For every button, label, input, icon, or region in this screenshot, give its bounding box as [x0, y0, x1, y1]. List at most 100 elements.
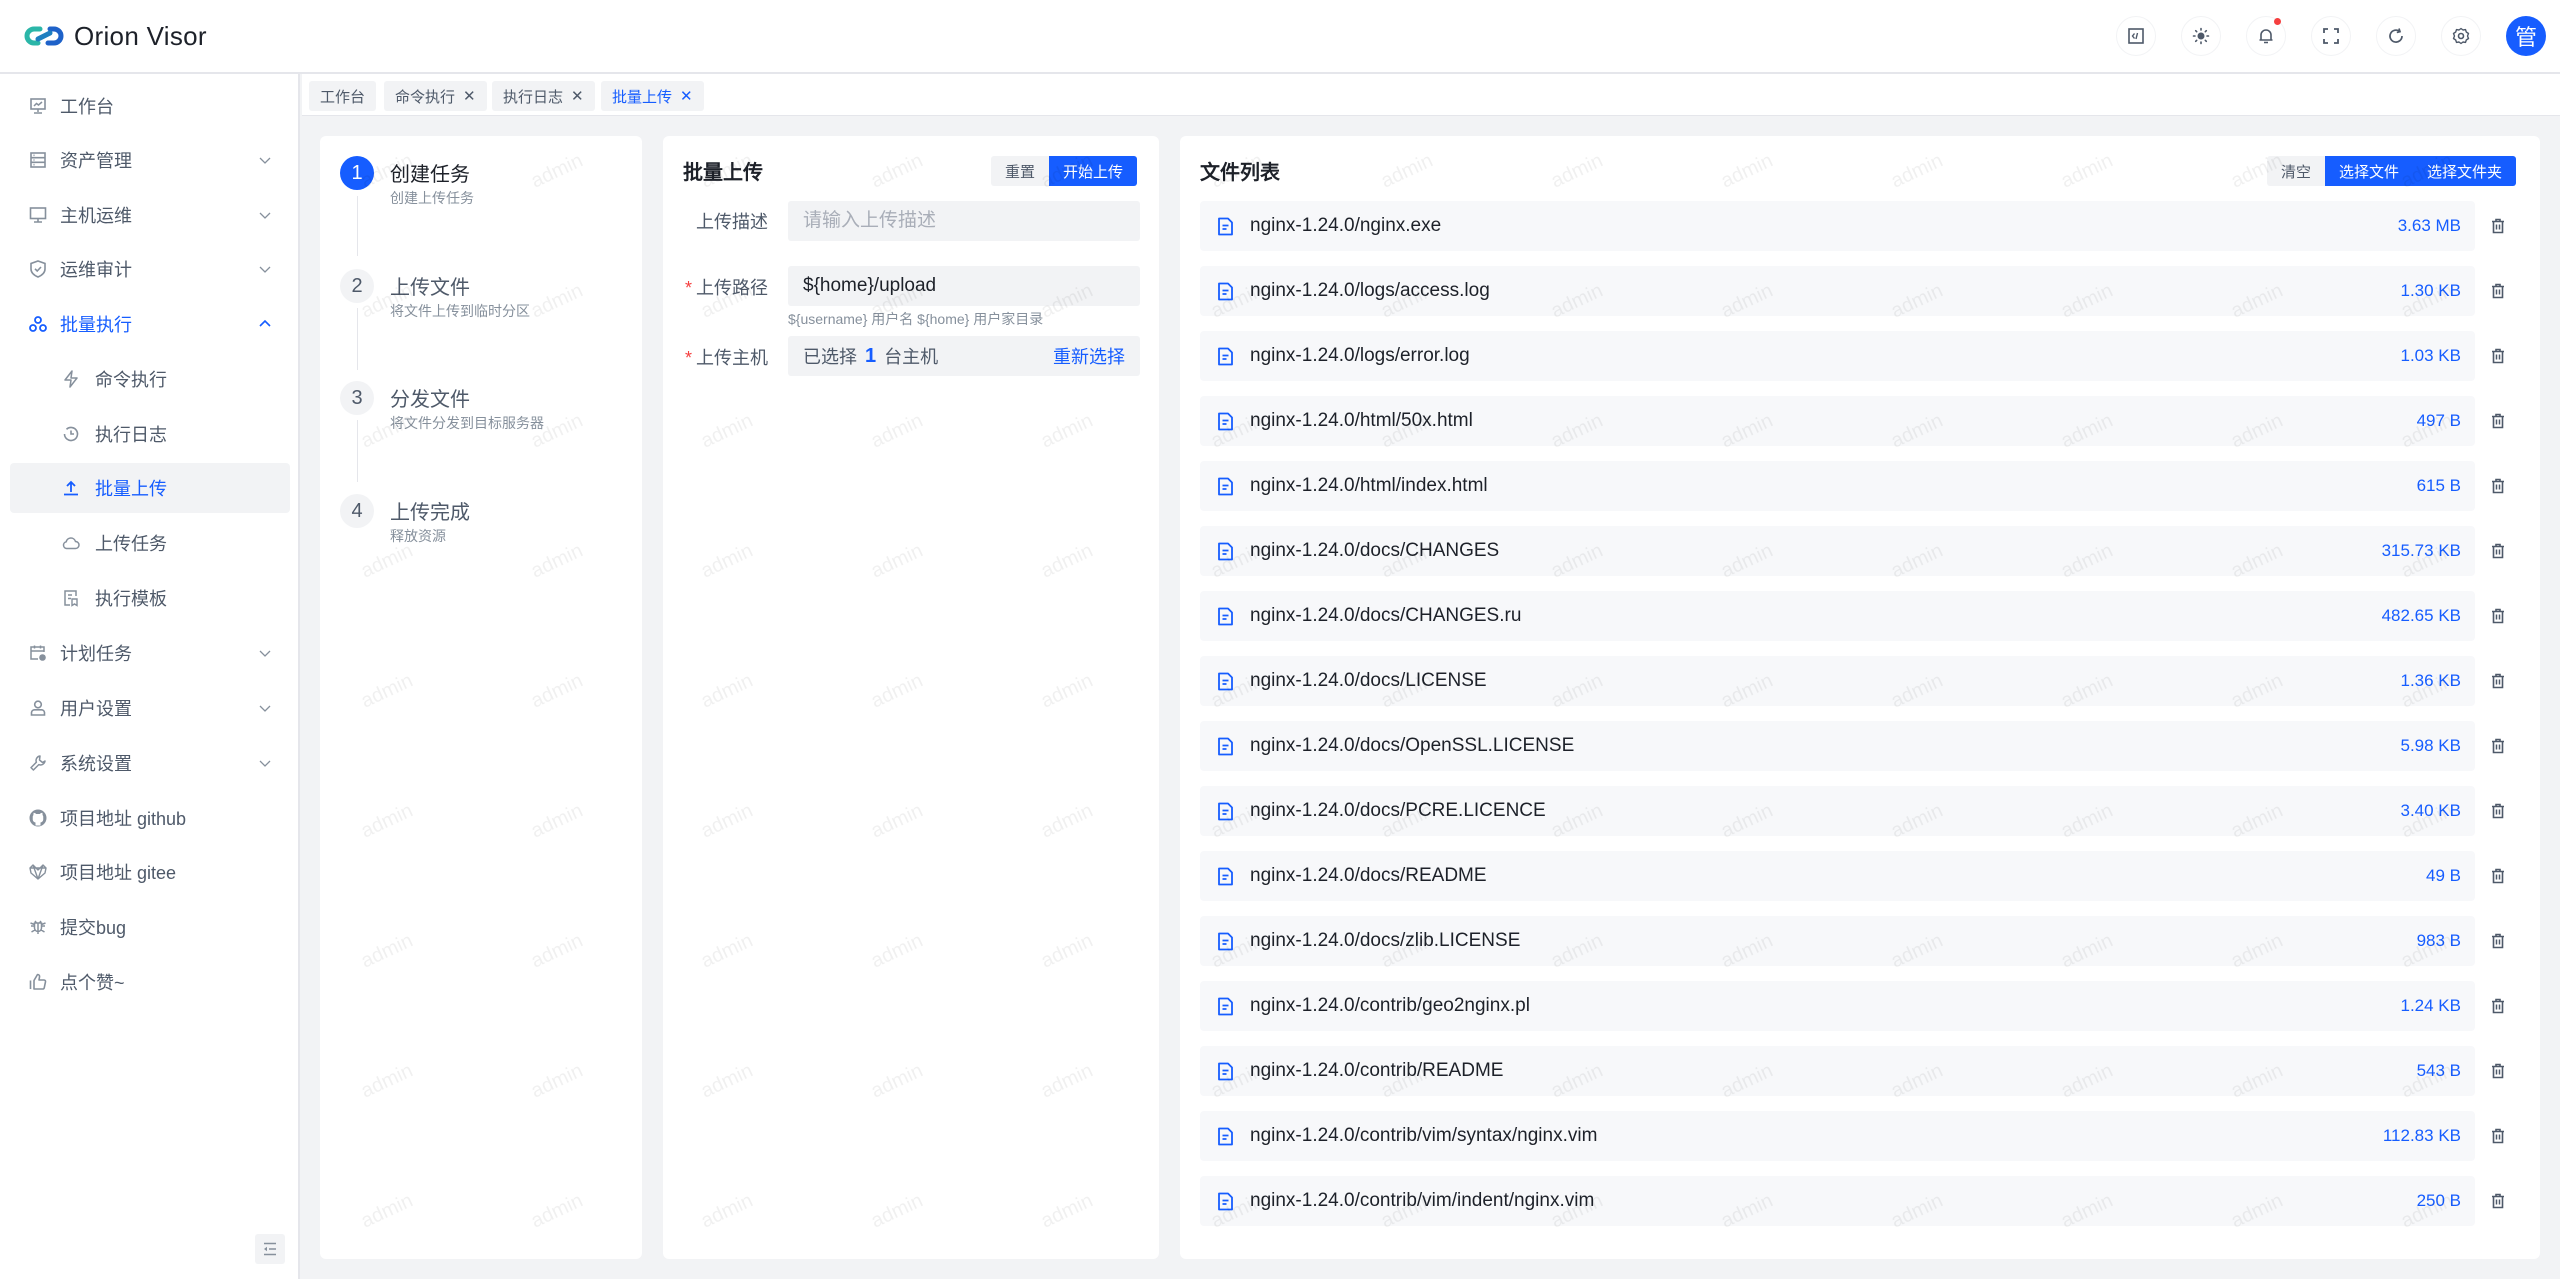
- wrench-icon: [27, 752, 49, 774]
- app-logo[interactable]: Orion Visor: [24, 21, 207, 52]
- chevron-down-icon: [259, 212, 271, 219]
- delete-file-icon[interactable]: [2490, 738, 2506, 754]
- fullscreen-button[interactable]: [2311, 16, 2351, 56]
- delete-file-icon[interactable]: [2490, 348, 2506, 364]
- delete-file-icon[interactable]: [2490, 933, 2506, 949]
- tab-command-exec[interactable]: 命令执行 ✕: [384, 81, 487, 111]
- file-name: nginx-1.24.0/docs/README: [1250, 865, 1487, 886]
- top-header: Orion Visor 管: [0, 0, 2560, 74]
- file-size: 112.83 KB: [2382, 1126, 2461, 1145]
- file-row: nginx-1.24.0/docs/CHANGES 315.73 KB: [1200, 526, 2475, 576]
- file-size: 49 B: [2426, 866, 2461, 885]
- host-count: 1: [865, 344, 877, 367]
- sidebar-item-batch-upload[interactable]: 批量上传: [10, 463, 290, 513]
- start-upload-button[interactable]: 开始上传: [1049, 156, 1138, 186]
- delete-file-icon[interactable]: [2490, 413, 2506, 429]
- upload-path-input[interactable]: [788, 266, 1140, 306]
- history-icon: [60, 423, 82, 445]
- file-icon: [1217, 542, 1234, 561]
- select-file-button[interactable]: 选择文件: [2325, 156, 2414, 186]
- steps-panel: 1 创建任务 创建上传任务 2 上传文件 将文件上传到临时分区 3 分发文件 将…: [320, 136, 642, 1259]
- upload-icon: [60, 477, 82, 499]
- sidebar-item-github[interactable]: 项目地址 github: [10, 793, 290, 843]
- sidebar-item-user-settings[interactable]: 用户设置: [10, 683, 290, 733]
- file-name: nginx-1.24.0/docs/CHANGES.ru: [1250, 605, 1522, 626]
- file-size: 5.98 KB: [2400, 736, 2462, 755]
- reset-button[interactable]: 重置: [991, 156, 1050, 186]
- step-connector: [357, 196, 358, 256]
- sidebar-item-exec-template[interactable]: 执行模板: [10, 573, 290, 623]
- refresh-button[interactable]: [2376, 16, 2416, 56]
- form-title: 批量上传: [683, 162, 763, 184]
- sidebar-item-batch-exec[interactable]: 批量执行: [10, 299, 290, 349]
- reselect-host-link[interactable]: 重新选择: [1053, 343, 1125, 369]
- file-size: 250 B: [2416, 1191, 2461, 1210]
- upload-host-field: 已选择 1 台主机 重新选择: [788, 336, 1140, 376]
- tab-batch-upload[interactable]: 批量上传 ✕: [601, 81, 704, 111]
- delete-file-icon[interactable]: [2490, 998, 2506, 1014]
- delete-file-icon[interactable]: [2490, 608, 2506, 624]
- delete-file-icon[interactable]: [2490, 673, 2506, 689]
- delete-file-icon[interactable]: [2490, 218, 2506, 234]
- delete-file-icon[interactable]: [2490, 1193, 2506, 1209]
- shield-icon: [27, 258, 49, 280]
- select-folder-button[interactable]: 选择文件夹: [2413, 156, 2517, 186]
- delete-file-icon[interactable]: [2490, 478, 2506, 494]
- delete-file-icon[interactable]: [2490, 543, 2506, 559]
- sidebar-item-scheduled-tasks[interactable]: 计划任务: [10, 628, 290, 678]
- clear-button[interactable]: 清空: [2267, 156, 2326, 186]
- sidebar-item-like[interactable]: 点个赞~: [10, 957, 290, 1007]
- delete-file-icon[interactable]: [2490, 803, 2506, 819]
- notification-button[interactable]: [2246, 16, 2286, 56]
- file-icon: [1217, 607, 1234, 626]
- delete-file-icon[interactable]: [2490, 283, 2506, 299]
- sidebar-item-asset-management[interactable]: 资产管理: [10, 135, 290, 185]
- refresh-icon: [2389, 28, 2403, 43]
- file-list-actions: 清空 选择文件 选择文件夹: [2267, 156, 2517, 186]
- notification-bell-icon: [2259, 29, 2273, 44]
- step-connector: [357, 420, 358, 482]
- file-icon: [1217, 412, 1234, 431]
- file-icon: [1217, 1192, 1234, 1211]
- upload-desc-input[interactable]: [788, 201, 1140, 241]
- file-icon: [1217, 932, 1234, 951]
- sidebar-item-upload-tasks[interactable]: 上传任务: [10, 518, 290, 568]
- theme-toggle-button[interactable]: [2181, 16, 2221, 56]
- close-icon[interactable]: ✕: [680, 87, 693, 105]
- sidebar-item-ops-audit[interactable]: 运维审计: [10, 244, 290, 294]
- collapse-sidebar-button[interactable]: [255, 1234, 285, 1264]
- sidebar-item-gitee[interactable]: 项目地址 gitee: [10, 847, 290, 897]
- thumbs-up-icon: [27, 971, 49, 993]
- host-label: * 上传主机: [684, 348, 768, 368]
- file-size: 3.40 KB: [2400, 801, 2462, 820]
- sidebar-item-submit-bug[interactable]: 提交bug: [10, 902, 290, 952]
- chevron-up-icon: [259, 319, 271, 327]
- file-name: nginx-1.24.0/docs/zlib.LICENSE: [1250, 930, 1521, 951]
- file-name: nginx-1.24.0/nginx.exe: [1250, 215, 1442, 236]
- fullscreen-icon: [2323, 28, 2339, 44]
- sidebar: 工作台 资产管理 主机运维 运维审计 批量执行 命令执行 执行日志 批量上传 上…: [0, 74, 300, 1279]
- sidebar-item-system-settings[interactable]: 系统设置: [10, 738, 290, 788]
- file-row: nginx-1.24.0/docs/zlib.LICENSE 983 B: [1200, 916, 2475, 966]
- close-icon[interactable]: ✕: [571, 87, 584, 105]
- delete-file-icon[interactable]: [2490, 1063, 2506, 1079]
- file-row: nginx-1.24.0/docs/OpenSSL.LICENSE 5.98 KB: [1200, 721, 2475, 771]
- form-actions: 重置 开始上传: [991, 156, 1138, 186]
- app-title: Orion Visor: [74, 20, 207, 51]
- sidebar-item-host-ops[interactable]: 主机运维: [10, 190, 290, 240]
- code-editor-button[interactable]: [2116, 16, 2156, 56]
- delete-file-icon[interactable]: [2490, 868, 2506, 884]
- sidebar-item-exec-log[interactable]: 执行日志: [10, 409, 290, 459]
- file-row: nginx-1.24.0/nginx.exe 3.63 MB: [1200, 201, 2475, 251]
- sidebar-item-command-exec[interactable]: 命令执行: [10, 354, 290, 404]
- sidebar-item-dashboard[interactable]: 工作台: [10, 81, 290, 131]
- user-avatar[interactable]: 管: [2506, 16, 2546, 56]
- close-icon[interactable]: ✕: [463, 87, 476, 105]
- file-name: nginx-1.24.0/html/index.html: [1250, 475, 1488, 496]
- settings-gear-icon: [2452, 27, 2470, 45]
- file-name: nginx-1.24.0/docs/CHANGES: [1250, 540, 1500, 561]
- settings-button[interactable]: [2441, 16, 2481, 56]
- tab-dashboard[interactable]: 工作台: [309, 81, 377, 111]
- tab-exec-log[interactable]: 执行日志 ✕: [492, 81, 595, 111]
- delete-file-icon[interactable]: [2490, 1128, 2506, 1144]
